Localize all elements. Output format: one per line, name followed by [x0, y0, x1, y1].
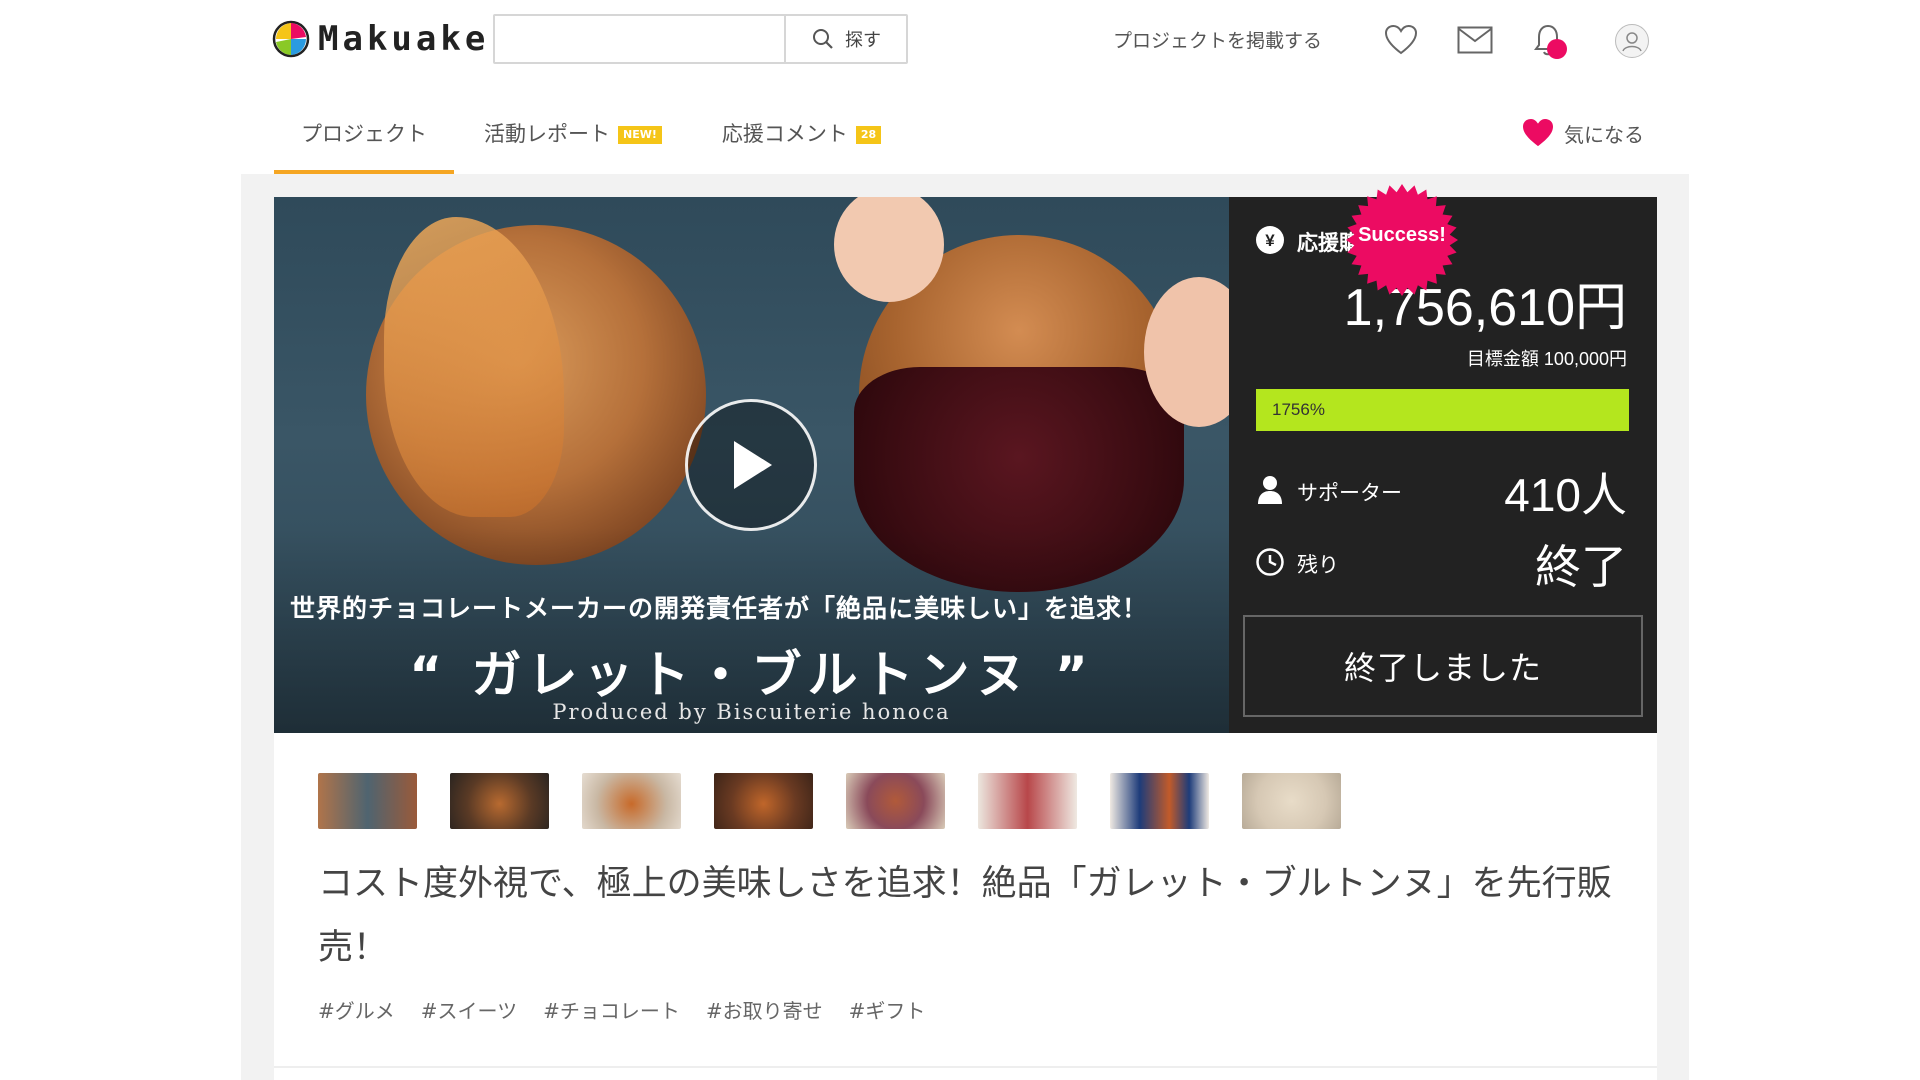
search-box: 探す [493, 14, 908, 64]
svg-text:¥: ¥ [1265, 231, 1275, 250]
thumbnail[interactable] [1110, 773, 1209, 829]
hero-produced-by: Produced by Biscuiterie honoca [552, 700, 951, 724]
makuake-logo[interactable]: Makuake [272, 19, 489, 59]
favorite-label: 気になる [1564, 122, 1644, 147]
tag-link[interactable]: #スイーツ [421, 995, 517, 1024]
success-badge: Success! [1340, 180, 1464, 300]
person-icon [1255, 475, 1285, 505]
supporters-label: サポーター [1297, 481, 1402, 505]
avatar[interactable] [1615, 24, 1649, 58]
project-title: コスト度外視で、極上の美味しさを追求！絶品「ガレット・ブルトンヌ」を先行販売！ [318, 864, 1612, 968]
tag-link[interactable]: #チョコレート [543, 995, 680, 1024]
hero-title: “ ガレット・ブルトンヌ ” [409, 646, 1094, 704]
progress-fill: 1756% [1256, 389, 1629, 431]
favorite-button[interactable]: 気になる [1522, 118, 1644, 148]
tab-project[interactable]: プロジェクト [274, 100, 454, 174]
project-ended-button[interactable]: 終了しました [1243, 615, 1643, 717]
section-divider [274, 1066, 1657, 1068]
logo-text: Makuake [318, 19, 490, 59]
thumbnail[interactable] [450, 773, 549, 829]
hero-video[interactable]: 世界的チョコレートメーカーの開発責任者が「絶品に美味しい」を追求！ “ ガレット… [274, 197, 1229, 733]
mail-icon [1457, 26, 1493, 54]
post-project-link[interactable]: プロジェクトを掲載する [1113, 26, 1322, 53]
clock-icon [1255, 547, 1285, 577]
supporters-count: 410人 [1504, 469, 1627, 521]
goal-amount: 目標金額 100,000円 [1466, 349, 1627, 369]
heart-filled-icon [1523, 118, 1553, 147]
play-icon [734, 441, 772, 489]
yen-icon: ¥ [1255, 225, 1285, 255]
search-button[interactable]: 探す [784, 16, 906, 62]
tag-link[interactable]: #お取り寄せ [706, 995, 823, 1024]
thumbnail[interactable] [318, 773, 417, 829]
tab-label: 活動レポート [484, 122, 610, 146]
hero-tagline: 世界的チョコレートメーカーの開発責任者が「絶品に美味しい」を追求！ [290, 594, 1149, 623]
notifications-button[interactable] [1528, 20, 1568, 60]
project-tabs: プロジェクト 活動レポート NEW! 応援コメント 28 [274, 100, 882, 174]
tab-label: 応援コメント [721, 122, 848, 146]
progress-bar: 1756% [1256, 389, 1629, 431]
site-header: Makuake 探す プロジェクトを掲載する [0, 0, 1920, 80]
heart-icon [1384, 24, 1418, 55]
thumbnail-strip [318, 773, 1341, 829]
tag-link[interactable]: #ギフト [849, 995, 926, 1024]
success-text: Success! [1358, 224, 1446, 246]
play-button[interactable] [685, 399, 817, 531]
thumbnail[interactable] [1242, 773, 1341, 829]
avatar-icon [1622, 32, 1642, 52]
tag-link[interactable]: #グルメ [318, 995, 395, 1024]
tab-comments[interactable]: 応援コメント 28 [721, 100, 882, 174]
remaining-label: 残り [1297, 553, 1339, 577]
search-icon [813, 29, 833, 49]
thumbnail[interactable] [714, 773, 813, 829]
thumbnail[interactable] [846, 773, 945, 829]
search-input[interactable] [495, 16, 784, 62]
messages-button[interactable] [1455, 20, 1495, 60]
logo-mark-icon [272, 20, 310, 58]
favorites-button[interactable] [1381, 20, 1421, 60]
tab-activity-report[interactable]: 活動レポート NEW! [484, 100, 662, 174]
thumbnail[interactable] [978, 773, 1077, 829]
comment-count-badge: 28 [855, 126, 882, 144]
tag-list: #グルメ #スイーツ #チョコレート #お取り寄せ #ギフト [318, 995, 925, 1024]
notification-dot [1547, 39, 1567, 59]
new-badge: NEW! [618, 126, 662, 144]
search-button-label: 探す [845, 30, 881, 51]
thumbnail[interactable] [582, 773, 681, 829]
tab-label: プロジェクト [301, 122, 427, 146]
remaining-value: 終了 [1535, 540, 1627, 594]
